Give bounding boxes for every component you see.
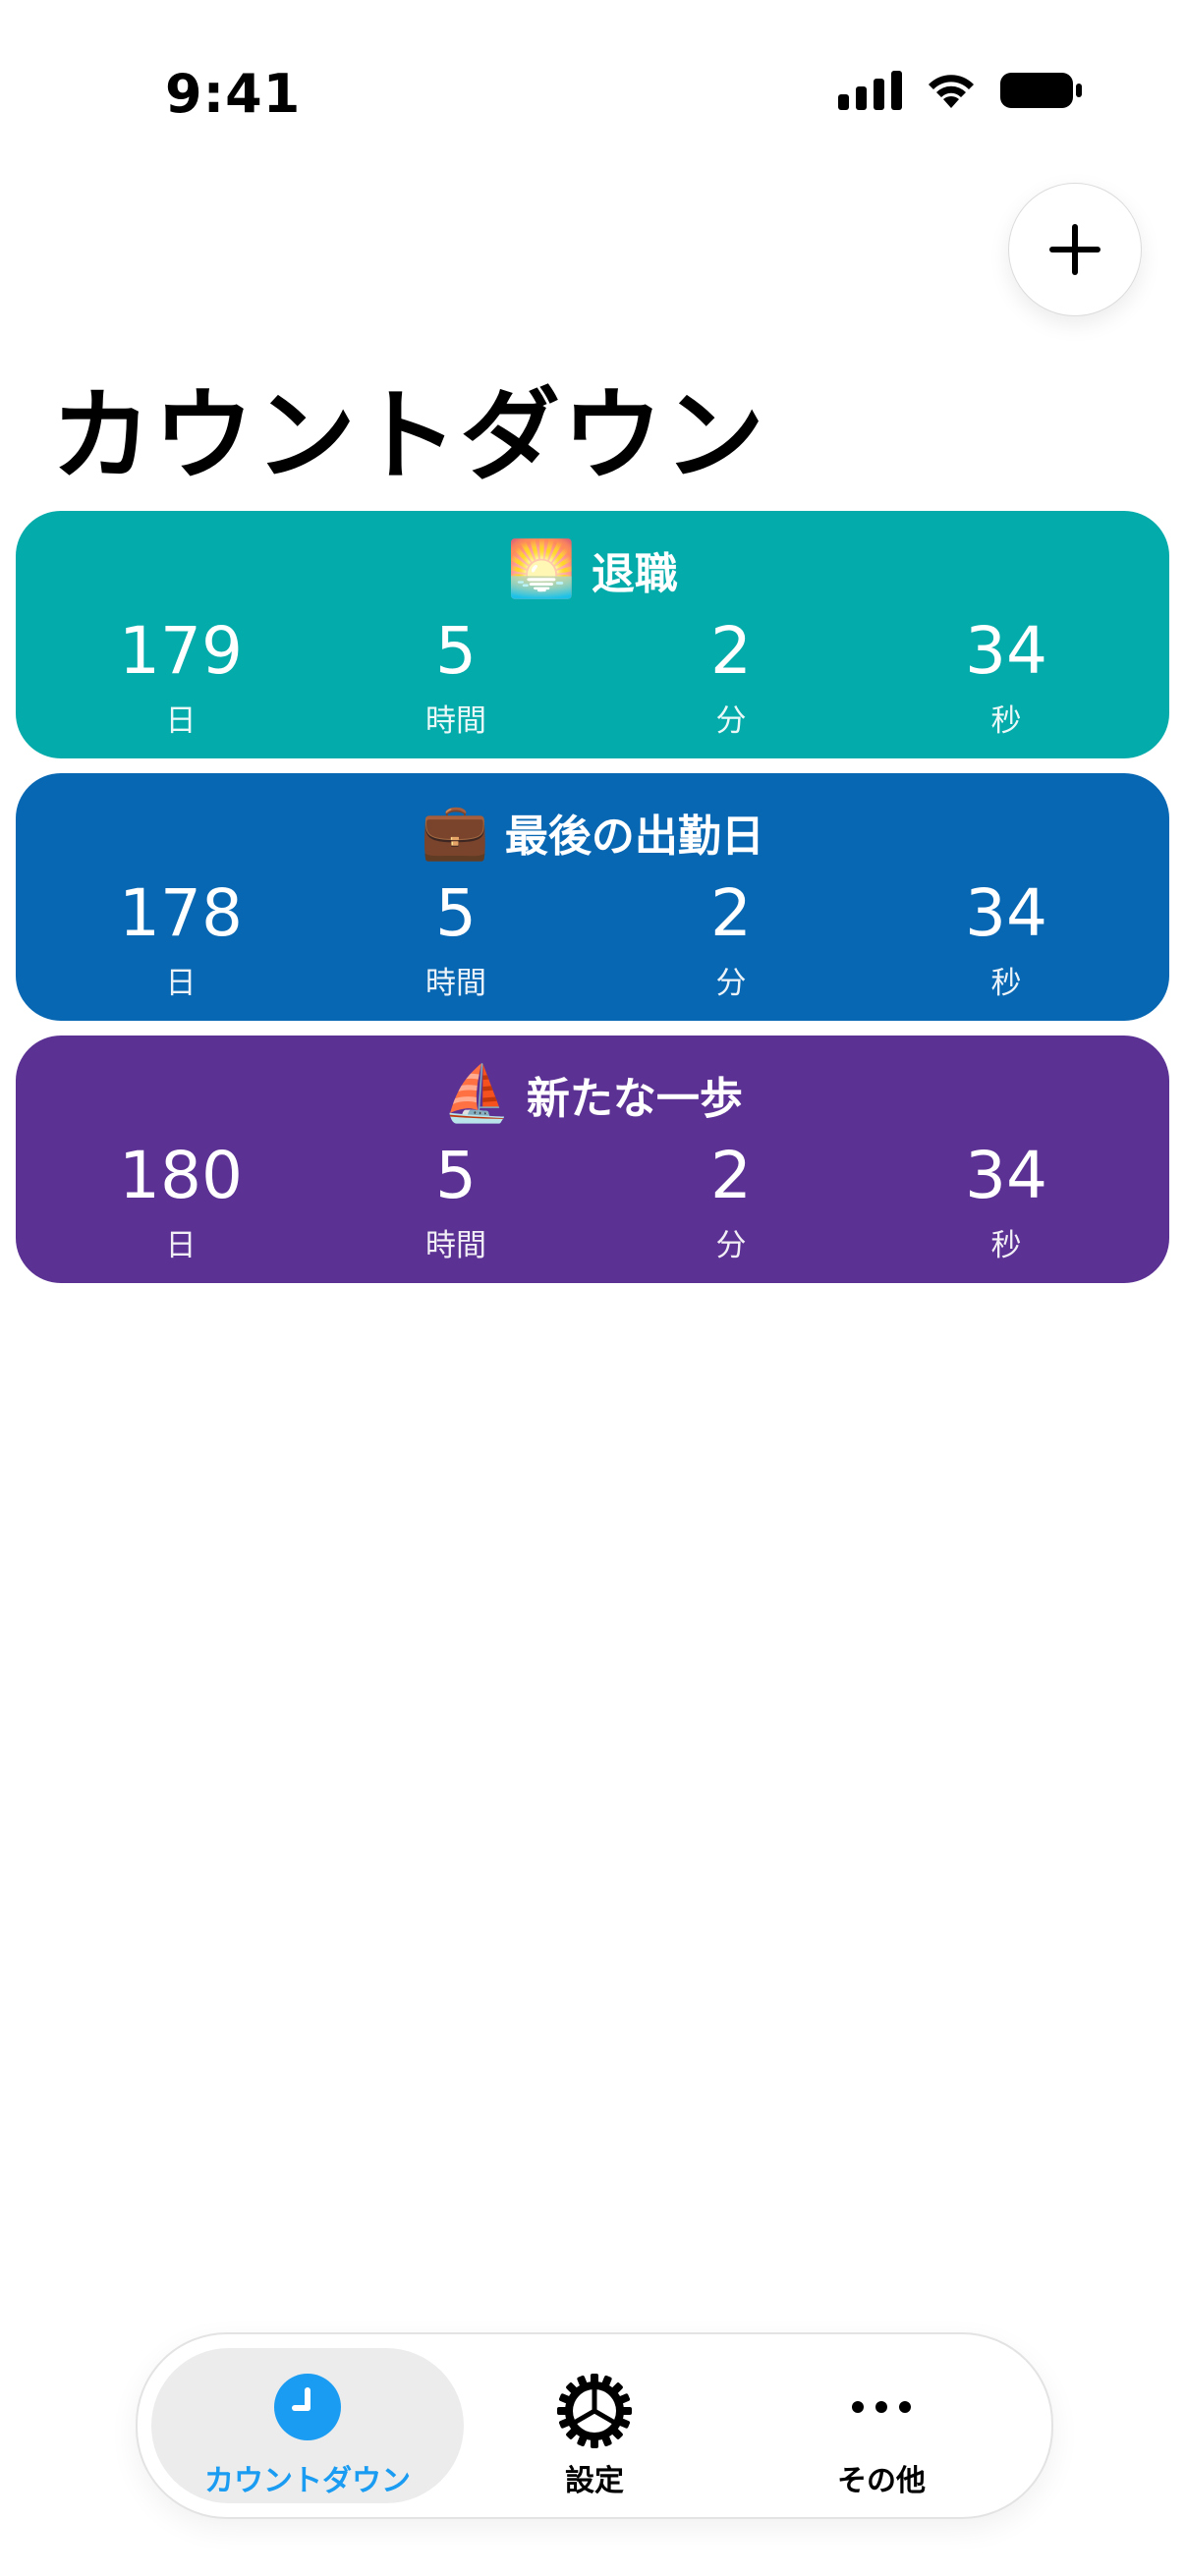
seconds-unit: 34 秒: [888, 619, 1124, 740]
days-label: 日: [165, 966, 197, 1001]
seconds-label: 秒: [990, 966, 1022, 1001]
hours-label: 時間: [425, 966, 486, 1001]
briefcase-icon: 💼: [421, 800, 489, 864]
days-value: 178: [119, 875, 243, 951]
hours-value: 5: [435, 875, 477, 951]
countdown-card[interactable]: 💼 最後の出勤日 178 日 5 時間 2 分 34 秒: [16, 773, 1169, 1021]
tab-countdown[interactable]: カウントダウン: [151, 2348, 464, 2503]
card-title: 🌅 退職: [16, 538, 1169, 601]
tab-label: カウントダウン: [204, 2464, 411, 2498]
minutes-value: 2: [710, 875, 752, 951]
seconds-label: 秒: [990, 1228, 1022, 1263]
seconds-label: 秒: [990, 703, 1022, 739]
wifi-icon: [929, 75, 974, 108]
minutes-unit: 2 分: [613, 619, 849, 740]
countdown-card[interactable]: ⛵ 新たな一歩 180 日 5 時間 2 分 34 秒: [16, 1036, 1169, 1283]
minutes-value: 2: [710, 613, 752, 689]
tab-label: その他: [837, 2464, 926, 2498]
status-icons: [838, 71, 1083, 110]
card-title-text: 退職: [591, 549, 678, 599]
add-countdown-button[interactable]: [1008, 183, 1142, 316]
hours-label: 時間: [425, 703, 486, 739]
clock-icon: [274, 2374, 341, 2440]
page-title: カウントダウン: [51, 378, 766, 495]
days-unit: 179 日: [63, 619, 299, 740]
sunrise-icon: 🌅: [507, 537, 576, 601]
seconds-value: 34: [965, 875, 1047, 951]
cellular-signal-icon: [838, 71, 902, 110]
seconds-value: 34: [965, 1138, 1047, 1213]
seconds-unit: 34 秒: [888, 1144, 1124, 1264]
seconds-unit: 34 秒: [888, 881, 1124, 1002]
hours-unit: 5 時間: [338, 619, 574, 740]
card-title-text: 最後の出勤日: [504, 812, 764, 862]
sailboat-icon: ⛵: [442, 1062, 511, 1126]
minutes-label: 分: [715, 703, 747, 739]
hours-value: 5: [435, 613, 477, 689]
gear-icon: [557, 2374, 632, 2448]
minutes-label: 分: [715, 966, 747, 1001]
days-unit: 178 日: [63, 881, 299, 1002]
minutes-unit: 2 分: [613, 881, 849, 1002]
hours-label: 時間: [425, 1228, 486, 1263]
hours-value: 5: [435, 1138, 477, 1213]
countdown-card[interactable]: 🌅 退職 179 日 5 時間 2 分 34 秒: [16, 511, 1169, 758]
hours-unit: 5 時間: [338, 1144, 574, 1264]
days-label: 日: [165, 1228, 197, 1263]
plus-icon: [1049, 224, 1100, 275]
hours-unit: 5 時間: [338, 881, 574, 1002]
tab-settings[interactable]: 設定: [438, 2348, 751, 2503]
days-value: 179: [119, 613, 243, 689]
card-title-text: 新たな一歩: [526, 1074, 743, 1124]
card-title: ⛵ 新たな一歩: [16, 1063, 1169, 1126]
battery-icon: [1000, 73, 1082, 108]
days-label: 日: [165, 703, 197, 739]
status-time: 9:41: [165, 63, 302, 125]
seconds-value: 34: [965, 613, 1047, 689]
days-value: 180: [119, 1138, 243, 1213]
minutes-unit: 2 分: [613, 1144, 849, 1264]
tab-bar: カウントダウン 設定 その他: [136, 2332, 1053, 2519]
minutes-value: 2: [710, 1138, 752, 1213]
ellipsis-icon: [852, 2401, 911, 2413]
tab-more[interactable]: その他: [725, 2348, 1038, 2503]
tab-label: 設定: [565, 2464, 624, 2498]
card-title: 💼 最後の出勤日: [16, 801, 1169, 864]
minutes-label: 分: [715, 1228, 747, 1263]
status-bar: 9:41: [0, 0, 1185, 187]
days-unit: 180 日: [63, 1144, 299, 1264]
